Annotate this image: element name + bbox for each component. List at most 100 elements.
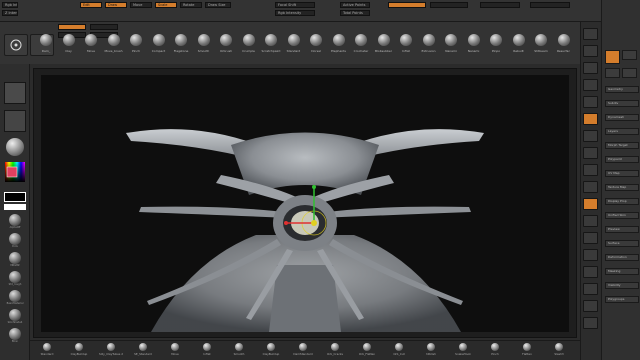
tray-item-12[interactable]: Deformation (605, 254, 639, 261)
tray-item-1[interactable]: Subdiv (605, 100, 639, 107)
tray-item-7[interactable]: Texture Map (605, 184, 639, 191)
top-cell-rotate[interactable]: Rotate (180, 2, 202, 8)
top-cell-scale[interactable]: Scale (155, 2, 177, 8)
brush-10[interactable]: Scratchpaint (259, 34, 283, 62)
brush-11[interactable]: Standard (282, 34, 306, 62)
right-shelf-button-8[interactable] (583, 164, 598, 176)
brush-4[interactable]: Pinch (124, 34, 148, 62)
tray-button-b[interactable] (605, 68, 620, 78)
right-shelf-button-5[interactable] (583, 113, 598, 125)
brush-21[interactable]: Rebuilt (507, 34, 531, 62)
tray-item-11[interactable]: Surface (605, 240, 639, 247)
right-shelf-button-17[interactable] (583, 317, 598, 329)
brush-0[interactable]: Dam_ (34, 34, 58, 62)
tray-item-15[interactable]: Polygroups (605, 296, 639, 303)
tray-item-4[interactable]: Morph Target (605, 142, 639, 149)
top-cell-1[interactable]: Z Intensity (2, 10, 18, 16)
left-thumb-2[interactable]: MRGBZ (4, 252, 26, 267)
brush-17[interactable]: Extrusion (417, 34, 441, 62)
right-shelf-button-11[interactable] (583, 215, 598, 227)
tray-button-c[interactable] (622, 68, 637, 78)
bottom-brush-14[interactable]: Pinch (480, 343, 510, 359)
left-thumb-0[interactable]: AlphaOff (4, 214, 26, 229)
brush-14[interactable]: Crocheter (349, 34, 373, 62)
top-cell-draw-size[interactable]: Draw Size (205, 2, 231, 8)
bottom-brush-4[interactable]: Move (160, 343, 190, 359)
right-shelf-button-10[interactable] (583, 198, 598, 210)
bottom-brush-5[interactable]: Inflat (192, 343, 222, 359)
brush-12[interactable]: Dorsal (304, 34, 328, 62)
tray-item-13[interactable]: Masking (605, 268, 639, 275)
color-picker[interactable] (4, 161, 26, 189)
right-shelf-button-3[interactable] (583, 79, 598, 91)
top-cell-accent-2[interactable] (430, 2, 468, 8)
tray-item-9[interactable]: Unified Skin (605, 212, 639, 219)
top-cell-draw[interactable]: Draw (105, 2, 127, 8)
brush-9[interactable]: Crumple (237, 34, 261, 62)
top-cell-accent-3[interactable] (480, 2, 520, 8)
top-cell-accent-1[interactable] (388, 2, 426, 8)
bottom-brush-9[interactable]: Orb_Cracks (320, 343, 350, 359)
brush-20[interactable]: Pinpo (484, 34, 508, 62)
brush-15[interactable]: Blobsubber (372, 34, 396, 62)
top-cell-edit[interactable]: Edit (80, 2, 102, 8)
right-shelf-button-6[interactable] (583, 130, 598, 142)
right-shelf-button-15[interactable] (583, 283, 598, 295)
right-shelf-button-0[interactable] (583, 28, 598, 40)
top-cell-focal-shift[interactable]: Focal Shift (275, 2, 315, 8)
right-shelf-button-16[interactable] (583, 300, 598, 312)
tray-item-10[interactable]: Preview (605, 226, 639, 233)
main-color-swatch[interactable] (4, 192, 26, 202)
bottom-brush-6[interactable]: Smooth (224, 343, 254, 359)
tray-item-5[interactable]: Polypaint (605, 156, 639, 163)
tray-item-8[interactable]: Display Prop (605, 198, 639, 205)
left-thumb-6[interactable]: Blinn (4, 328, 26, 343)
brush-6[interactable]: Flagstone (169, 34, 193, 62)
brush-1[interactable]: Clay (57, 34, 81, 62)
tray-item-6[interactable]: UV Map (605, 170, 639, 177)
material-slot[interactable] (4, 136, 26, 158)
right-shelf-button-14[interactable] (583, 266, 598, 278)
brush-7[interactable]: Smooth (192, 34, 216, 62)
top-cell-move[interactable]: Move (130, 2, 152, 8)
left-thumb-3[interactable]: Std_rough (4, 271, 26, 286)
top-cell-0[interactable]: Rgb Intensity (2, 2, 18, 8)
right-shelf-button-7[interactable] (583, 147, 598, 159)
brush-2[interactable]: Move (79, 34, 103, 62)
bottom-brush-15[interactable]: Flatten (512, 343, 542, 359)
left-thumb-1[interactable]: Dots (4, 233, 26, 248)
bottom-brush-8[interactable]: DamStandard (288, 343, 318, 359)
brush-22[interactable]: Shtbeam (529, 34, 553, 62)
left-thumb-4[interactable]: BasicMaterial (4, 290, 26, 305)
viewport-canvas[interactable] (41, 75, 569, 332)
tray-item-14[interactable]: Visibility (605, 282, 639, 289)
bottom-brush-10[interactable]: Orb_Flatten (352, 343, 382, 359)
bottom-brush-13[interactable]: SnakeHook (448, 343, 478, 359)
bottom-brush-7[interactable]: ClayBuildup (256, 343, 286, 359)
bottom-brush-16[interactable]: Slash3 (544, 343, 574, 359)
bottom-brush-3[interactable]: SE_Standard (128, 343, 158, 359)
bottom-brush-1[interactable]: ClayBuildup (64, 343, 94, 359)
bottom-brush-12[interactable]: hPolish (416, 343, 446, 359)
bottom-brush-2[interactable]: Silly_ClayTubes 2 (96, 343, 126, 359)
right-shelf-button-2[interactable] (583, 62, 598, 74)
right-shelf-button-9[interactable] (583, 181, 598, 193)
brush-3[interactable]: Move_brush (102, 34, 126, 62)
brush-8[interactable]: Orbrush (214, 34, 238, 62)
bottom-brush-0[interactable]: Standard (32, 343, 62, 359)
right-shelf-button-13[interactable] (583, 249, 598, 261)
brush-18[interactable]: Nanami (439, 34, 463, 62)
bottom-brush-11[interactable]: Orb_Cut (384, 343, 414, 359)
gizmo-tool-button[interactable] (4, 34, 28, 56)
right-shelf-button-1[interactable] (583, 45, 598, 57)
alpha-slot[interactable] (4, 82, 26, 104)
tray-button-a[interactable] (622, 50, 637, 60)
top-cell-rgb[interactable]: Rgb Intensity (275, 10, 315, 16)
zadd-button[interactable] (58, 24, 86, 30)
right-shelf-button-4[interactable] (583, 96, 598, 108)
zsub-button[interactable] (90, 24, 118, 30)
secondary-color-swatch[interactable] (4, 204, 26, 210)
tray-item-0[interactable]: Geometry (605, 86, 639, 93)
tray-item-2[interactable]: Dynamesh (605, 114, 639, 121)
brush-5[interactable]: Compact (147, 34, 171, 62)
